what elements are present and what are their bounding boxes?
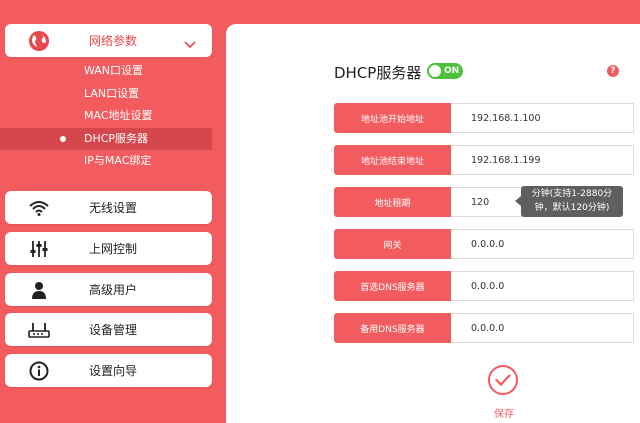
sliders-icon bbox=[27, 237, 51, 261]
sidebar: 网络参数 WAN口设置 LAN口设置 MAC地址设置 DHCP服务器 IP与MA… bbox=[0, 0, 226, 423]
menu-network-params[interactable]: 网络参数 bbox=[5, 24, 212, 57]
secondary-dns-input[interactable]: 0.0.0.0 bbox=[451, 313, 634, 343]
chevron-down-icon[interactable] bbox=[184, 34, 196, 53]
gateway-input[interactable]: 0.0.0.0 bbox=[451, 229, 634, 259]
submenu-lan-settings[interactable]: LAN口设置 bbox=[0, 83, 212, 106]
info-icon bbox=[27, 359, 51, 383]
save-button[interactable] bbox=[488, 365, 518, 395]
menu-advanced-user[interactable]: 高级用户 bbox=[5, 273, 212, 306]
menu-internet-control[interactable]: 上网控制 bbox=[5, 232, 212, 265]
field-pool-end-label: 地址池结束地址 bbox=[334, 145, 451, 175]
field-pool-start-label: 地址池开始地址 bbox=[334, 103, 451, 133]
menu-wireless-settings-label: 无线设置 bbox=[89, 201, 138, 215]
field-lease-time: 地址租期 120 bbox=[334, 187, 522, 217]
dhcp-toggle[interactable]: ON bbox=[427, 63, 463, 79]
user-icon bbox=[27, 278, 51, 302]
menu-device-management[interactable]: 设备管理 bbox=[5, 313, 212, 346]
field-gateway: 网关 0.0.0.0 bbox=[334, 229, 634, 259]
submenu-wan-settings[interactable]: WAN口设置 bbox=[0, 60, 212, 83]
field-gateway-label: 网关 bbox=[334, 229, 451, 259]
active-dot bbox=[60, 135, 66, 142]
main-panel: DHCP服务器 ON ? 地址池开始地址 192.168.1.100 地址池结束… bbox=[226, 24, 640, 423]
menu-setup-wizard-label: 设置向导 bbox=[89, 364, 138, 378]
lease-time-tooltip: 分钟(支持1-2880分钟，默认120分钟) bbox=[515, 186, 623, 217]
toggle-knob bbox=[429, 65, 441, 77]
lease-time-input[interactable]: 120 bbox=[451, 187, 522, 217]
menu-network-params-label: 网络参数 bbox=[89, 34, 138, 48]
menu-setup-wizard[interactable]: 设置向导 bbox=[5, 354, 212, 387]
menu-device-management-label: 设备管理 bbox=[89, 323, 138, 337]
field-pool-start: 地址池开始地址 192.168.1.100 bbox=[334, 103, 634, 133]
router-icon bbox=[27, 318, 51, 342]
submenu-ip-mac-binding[interactable]: IP与MAC绑定 bbox=[0, 150, 212, 173]
field-lease-time-label: 地址租期 bbox=[334, 187, 451, 217]
menu-advanced-user-label: 高级用户 bbox=[89, 283, 138, 297]
toggle-label: ON bbox=[444, 66, 460, 76]
field-secondary-dns-label: 备用DNS服务器 bbox=[334, 313, 451, 343]
field-pool-end: 地址池结束地址 192.168.1.199 bbox=[334, 145, 634, 175]
globe-icon bbox=[27, 29, 51, 53]
submenu-dhcp-server-label: DHCP服务器 bbox=[84, 131, 149, 145]
menu-wireless-settings[interactable]: 无线设置 bbox=[5, 191, 212, 224]
wifi-icon bbox=[27, 196, 51, 220]
pool-start-input[interactable]: 192.168.1.100 bbox=[451, 103, 634, 133]
submenu-mac-settings[interactable]: MAC地址设置 bbox=[0, 105, 212, 128]
submenu-dhcp-server[interactable]: DHCP服务器 bbox=[0, 127, 212, 150]
page-title: DHCP服务器 bbox=[334, 64, 422, 82]
pool-end-input[interactable]: 192.168.1.199 bbox=[451, 145, 634, 175]
field-primary-dns-label: 首选DNS服务器 bbox=[334, 271, 451, 301]
field-primary-dns: 首选DNS服务器 0.0.0.0 bbox=[334, 271, 634, 301]
checkmark-icon bbox=[495, 374, 511, 386]
help-icon[interactable]: ? bbox=[607, 65, 619, 77]
save-label[interactable]: 保存 bbox=[494, 405, 514, 420]
network-params-submenu: WAN口设置 LAN口设置 MAC地址设置 DHCP服务器 IP与MAC绑定 bbox=[0, 60, 212, 173]
field-secondary-dns: 备用DNS服务器 0.0.0.0 bbox=[334, 313, 634, 343]
menu-internet-control-label: 上网控制 bbox=[89, 242, 138, 256]
primary-dns-input[interactable]: 0.0.0.0 bbox=[451, 271, 634, 301]
